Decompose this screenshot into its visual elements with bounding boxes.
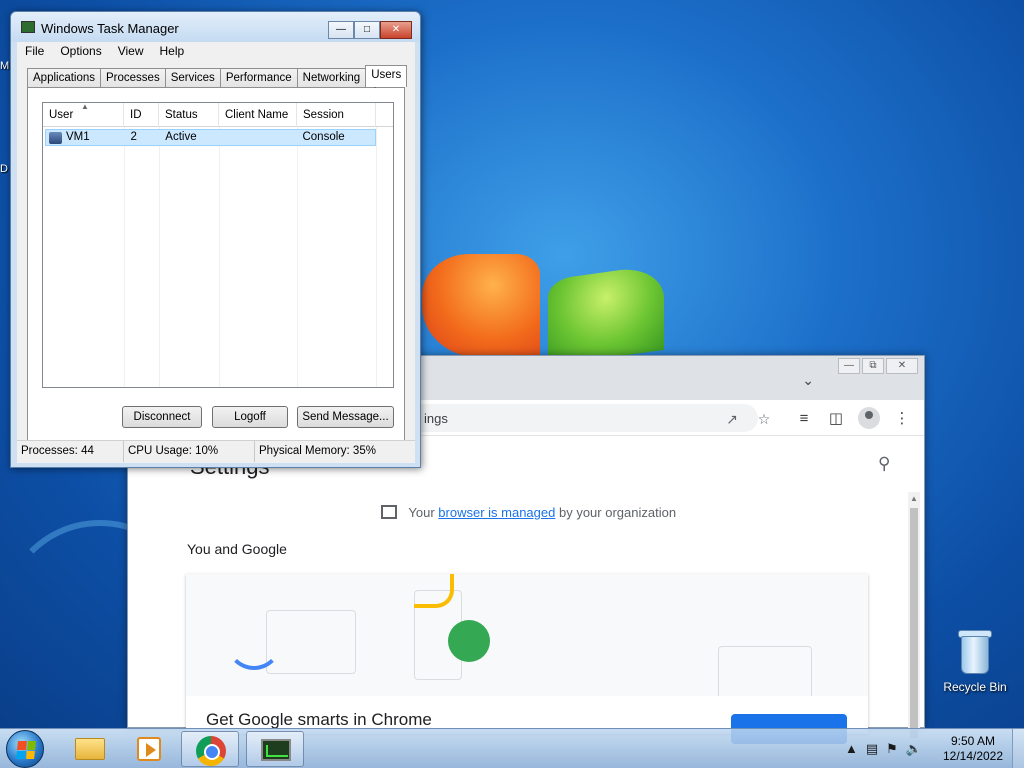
- windows-flag-icon: [16, 741, 36, 759]
- scrollbar[interactable]: ▲: [908, 492, 920, 738]
- cell-status: Active: [165, 131, 197, 143]
- reading-list-icon[interactable]: ≡: [794, 409, 814, 429]
- logoff-button[interactable]: Logoff: [212, 406, 288, 428]
- column-header-id[interactable]: ID: [124, 103, 159, 127]
- task-manager-app-icon: [21, 21, 35, 33]
- managed-notice: Your browser is managed by your organiza…: [381, 505, 676, 520]
- cell-client-name: [219, 130, 297, 145]
- system-tray: ▲ ▤ ⚑ 🔈: [845, 741, 922, 757]
- tab-applications[interactable]: Applications: [27, 68, 102, 87]
- omnibox-text[interactable]: ings: [424, 411, 448, 426]
- scroll-up-arrow-icon[interactable]: ▲: [910, 494, 918, 503]
- window-title: Windows Task Manager: [41, 21, 179, 36]
- recycle-bin-icon: [958, 630, 992, 674]
- menu-options[interactable]: Options: [52, 42, 109, 62]
- status-bar: Processes: 44 CPU Usage: 10% Physical Me…: [17, 440, 415, 462]
- tab-networking[interactable]: Networking: [296, 68, 367, 87]
- menu-help[interactable]: Help: [152, 42, 193, 62]
- network-icon[interactable]: ▤: [866, 741, 878, 757]
- windows-logo-wallpaper: [418, 248, 668, 367]
- taskbar-chrome[interactable]: [181, 731, 239, 767]
- menu-file[interactable]: File: [17, 42, 52, 62]
- cell-user: VM1: [66, 131, 90, 143]
- start-button[interactable]: [6, 730, 44, 768]
- menu-kebab-icon[interactable]: ⋮: [892, 409, 912, 429]
- user-icon: [49, 132, 62, 144]
- section-title: You and Google: [187, 541, 287, 557]
- task-manager-titlebar[interactable]: Windows Task Manager — □ ✕: [11, 12, 420, 42]
- bookmark-star-icon[interactable]: ☆: [755, 410, 773, 428]
- scrollbar-thumb[interactable]: [910, 508, 918, 738]
- send-message-button[interactable]: Send Message...: [297, 406, 394, 428]
- taskbar: ▲ ▤ ⚑ 🔈 9:50 AM 12/14/2022: [0, 728, 1024, 768]
- card-heading: Get Google smarts in Chrome: [206, 710, 432, 729]
- taskbar-explorer[interactable]: [60, 731, 118, 767]
- sync-promo-card: Get Google smarts in Chrome: [186, 574, 868, 744]
- cell-id: 2: [130, 131, 137, 143]
- status-cpu-usage: CPU Usage: 10%: [124, 441, 255, 462]
- recycle-bin-label: Recycle Bin: [943, 680, 1007, 694]
- sort-ascending-icon: ▲: [81, 102, 89, 111]
- side-panel-icon[interactable]: ◫: [826, 409, 846, 429]
- clock-date: 12/14/2022: [942, 749, 1004, 763]
- menu-view[interactable]: View: [110, 42, 152, 62]
- tab-users[interactable]: Users: [365, 65, 408, 87]
- close-button[interactable]: ✕: [380, 21, 412, 39]
- close-button[interactable]: ✕: [886, 358, 918, 374]
- taskbar-media-player[interactable]: [120, 731, 178, 767]
- tab-performance[interactable]: Performance: [219, 68, 298, 87]
- cell-session: Console: [302, 131, 345, 143]
- maximize-button[interactable]: □: [354, 21, 380, 39]
- desktop-icon-label-partial: M: [0, 60, 10, 72]
- table-row[interactable]: VM1 2 Active Console: [45, 129, 376, 146]
- search-icon[interactable]: ⚲: [878, 454, 890, 474]
- browser-managed-link[interactable]: browser is managed: [438, 505, 555, 520]
- folder-icon: [75, 738, 105, 760]
- managed-prefix: Your: [408, 505, 435, 520]
- column-header-session[interactable]: Session: [297, 103, 376, 127]
- chrome-icon: [196, 736, 226, 766]
- tab-services[interactable]: Services: [164, 68, 221, 87]
- clock[interactable]: 9:50 AM 12/14/2022: [938, 734, 1008, 764]
- task-manager-icon: [261, 739, 291, 761]
- taskbar-task-manager[interactable]: [246, 731, 304, 767]
- users-list-header: ▲ User ID Status Client Name Session: [43, 102, 393, 127]
- share-icon[interactable]: ↗: [723, 410, 741, 428]
- status-physical-memory: Physical Memory: 35%: [259, 445, 376, 457]
- action-center-flag-icon[interactable]: ⚑: [886, 741, 898, 757]
- task-manager-window[interactable]: Windows Task Manager — □ ✕ File Options …: [10, 11, 421, 468]
- managed-suffix: by your organization: [558, 505, 677, 520]
- profile-avatar-icon[interactable]: [858, 407, 880, 429]
- disconnect-button[interactable]: Disconnect: [122, 406, 202, 428]
- sync-illustration: [186, 574, 868, 696]
- desktop-icon-label-partial: D: [0, 163, 8, 175]
- volume-icon[interactable]: 🔈: [906, 741, 922, 757]
- clock-time: 9:50 AM: [950, 734, 996, 748]
- column-header-user[interactable]: ▲ User: [43, 102, 124, 127]
- status-processes: Processes: 44: [17, 441, 124, 462]
- restore-button[interactable]: ⧉: [862, 358, 884, 374]
- show-desktop-button[interactable]: [1012, 729, 1024, 768]
- tab-strip: Applications Processes Services Performa…: [27, 65, 408, 87]
- column-header-status[interactable]: Status: [159, 103, 219, 127]
- recycle-bin[interactable]: Recycle Bin: [937, 630, 1013, 694]
- minimize-button[interactable]: —: [838, 358, 860, 374]
- menu-bar: File Options View Help: [17, 42, 415, 62]
- users-list[interactable]: ▲ User ID Status Client Name Session VM1: [42, 102, 394, 388]
- task-manager-client: Applications Processes Services Performa…: [17, 62, 415, 463]
- users-tab-page: ▲ User ID Status Client Name Session VM1: [27, 87, 405, 444]
- show-hidden-icons-chevron-icon[interactable]: ▲: [845, 741, 858, 757]
- building-icon: [381, 505, 397, 519]
- column-header-client-name[interactable]: Client Name: [219, 103, 297, 127]
- minimize-button[interactable]: —: [328, 21, 354, 39]
- tab-search-chevron-icon[interactable]: ⌄: [802, 372, 814, 389]
- tab-processes[interactable]: Processes: [100, 68, 166, 87]
- media-player-icon: [137, 737, 161, 761]
